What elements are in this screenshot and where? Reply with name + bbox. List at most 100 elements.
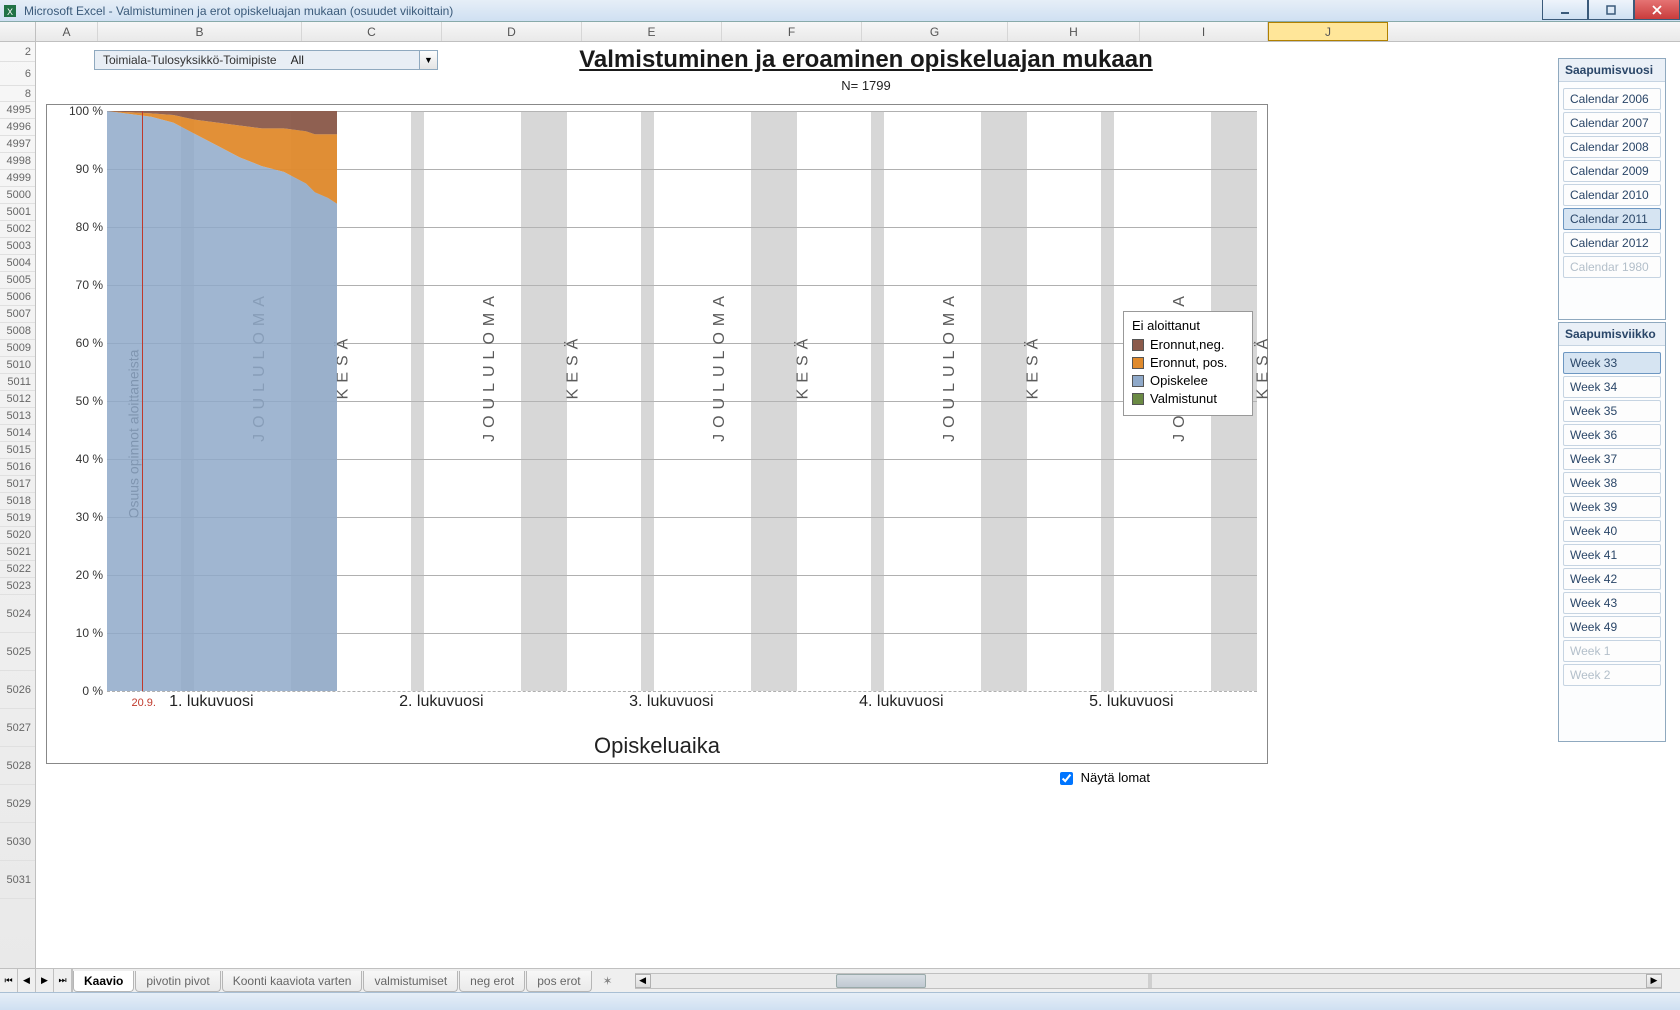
sheet-tab[interactable]: pos erot (526, 971, 591, 992)
row-header[interactable]: 6 (0, 62, 35, 86)
row-header[interactable]: 5004 (0, 255, 35, 272)
column-header[interactable]: B (98, 22, 302, 41)
legend-swatch (1132, 357, 1144, 369)
slicer-item[interactable]: Week 40 (1563, 520, 1661, 542)
row-header[interactable]: 2 (0, 42, 35, 62)
horizontal-scrollbar[interactable]: ◀ ▶ (635, 973, 1662, 989)
column-header[interactable]: C (302, 22, 442, 41)
row-header[interactable]: 5025 (0, 633, 35, 671)
row-header[interactable]: 5000 (0, 187, 35, 204)
column-header[interactable]: I (1140, 22, 1268, 41)
sheet-tab[interactable]: neg erot (459, 971, 525, 992)
row-header[interactable]: 5005 (0, 272, 35, 289)
row-header[interactable]: 5024 (0, 595, 35, 633)
row-header[interactable]: 5027 (0, 709, 35, 747)
checkbox-input[interactable] (1060, 772, 1073, 785)
column-header[interactable]: G (862, 22, 1008, 41)
slicer-item[interactable]: Week 2 (1563, 664, 1661, 686)
row-header[interactable]: 5026 (0, 671, 35, 709)
row-header[interactable]: 5018 (0, 493, 35, 510)
slicer-item[interactable]: Calendar 2007 (1563, 112, 1661, 134)
column-header[interactable]: A (36, 22, 98, 41)
maximize-button[interactable] (1588, 0, 1634, 20)
row-header[interactable]: 4998 (0, 153, 35, 170)
tab-next-button[interactable]: ▶ (36, 969, 54, 992)
slicer-item[interactable]: Calendar 2006 (1563, 88, 1661, 110)
slicer-item[interactable]: Week 36 (1563, 424, 1661, 446)
column-header[interactable]: F (722, 22, 862, 41)
row-header[interactable]: 5014 (0, 425, 35, 442)
show-vacations-checkbox[interactable]: Näytä lomat (1060, 770, 1150, 785)
slicer-item[interactable]: Week 33 (1563, 352, 1661, 374)
page-filter-dropdown[interactable]: Toimiala-Tulosyksikkö-Toimipiste All ▼ (94, 50, 438, 70)
row-header[interactable]: 5016 (0, 459, 35, 476)
slicer-item[interactable]: Calendar 2009 (1563, 160, 1661, 182)
slicer-item[interactable]: Week 49 (1563, 616, 1661, 638)
slicer-saapumisvuosi[interactable]: Saapumisvuosi Calendar 2006Calendar 2007… (1558, 58, 1666, 320)
new-sheet-button[interactable]: ✶ (593, 974, 623, 988)
row-header[interactable]: 8 (0, 86, 35, 102)
row-header[interactable]: 5019 (0, 510, 35, 527)
row-header[interactable]: 4995 (0, 102, 35, 119)
sheet-tab[interactable]: Koonti kaaviota varten (222, 971, 363, 992)
row-header[interactable]: 5013 (0, 408, 35, 425)
row-header[interactable]: 5007 (0, 306, 35, 323)
row-header[interactable]: 5029 (0, 785, 35, 823)
column-header[interactable]: J (1268, 22, 1388, 41)
chart[interactable]: Osuus opinnot aloittaneista 0 %10 %20 %3… (46, 104, 1268, 764)
slicer-item[interactable]: Week 43 (1563, 592, 1661, 614)
dropdown-icon[interactable]: ▼ (419, 51, 437, 69)
row-header[interactable]: 5030 (0, 823, 35, 861)
selectall-corner[interactable] (0, 22, 36, 41)
slicer-item[interactable]: Calendar 2008 (1563, 136, 1661, 158)
row-header[interactable]: 5008 (0, 323, 35, 340)
slicer-item[interactable]: Week 35 (1563, 400, 1661, 422)
scroll-right-button[interactable]: ▶ (1646, 974, 1662, 988)
row-header[interactable]: 4999 (0, 170, 35, 187)
slicer-item[interactable]: Week 1 (1563, 640, 1661, 662)
slicer-item[interactable]: Week 34 (1563, 376, 1661, 398)
row-header[interactable]: 5011 (0, 374, 35, 391)
sheet-tab[interactable]: valmistumiset (363, 971, 458, 992)
row-header[interactable]: 5028 (0, 747, 35, 785)
row-header[interactable]: 5023 (0, 578, 35, 595)
slicer-item[interactable]: Calendar 2012 (1563, 232, 1661, 254)
scrollbar-thumb[interactable] (836, 974, 926, 988)
column-header[interactable]: D (442, 22, 582, 41)
row-header[interactable]: 5009 (0, 340, 35, 357)
slicer-item[interactable]: Week 38 (1563, 472, 1661, 494)
row-header[interactable]: 5020 (0, 527, 35, 544)
row-header[interactable]: 5015 (0, 442, 35, 459)
row-header[interactable]: 5010 (0, 357, 35, 374)
row-header[interactable]: 4996 (0, 119, 35, 136)
minimize-button[interactable] (1542, 0, 1588, 20)
row-header[interactable]: 5021 (0, 544, 35, 561)
column-header[interactable]: E (582, 22, 722, 41)
tab-last-button[interactable]: ⏭ (54, 969, 72, 992)
scrollbar-split[interactable] (1148, 974, 1152, 988)
column-header[interactable]: H (1008, 22, 1140, 41)
slicer-item[interactable]: Calendar 1980 (1563, 256, 1661, 278)
slicer-item[interactable]: Calendar 2010 (1563, 184, 1661, 206)
row-header[interactable]: 5001 (0, 204, 35, 221)
slicer-item[interactable]: Calendar 2011 (1563, 208, 1661, 230)
row-header[interactable]: 5022 (0, 561, 35, 578)
row-header[interactable]: 5031 (0, 861, 35, 899)
tab-first-button[interactable]: ⏮ (0, 969, 18, 992)
scroll-left-button[interactable]: ◀ (635, 974, 651, 988)
row-header[interactable]: 5006 (0, 289, 35, 306)
close-button[interactable] (1634, 0, 1680, 20)
row-header[interactable]: 5017 (0, 476, 35, 493)
row-header[interactable]: 5002 (0, 221, 35, 238)
slicer-item[interactable]: Week 41 (1563, 544, 1661, 566)
row-header[interactable]: 5003 (0, 238, 35, 255)
slicer-item[interactable]: Week 42 (1563, 568, 1661, 590)
slicer-item[interactable]: Week 39 (1563, 496, 1661, 518)
slicer-item[interactable]: Week 37 (1563, 448, 1661, 470)
tab-prev-button[interactable]: ◀ (18, 969, 36, 992)
sheet-tab[interactable]: pivotin pivot (135, 971, 220, 992)
slicer-saapumisviikko[interactable]: Saapumisviikko Week 33Week 34Week 35Week… (1558, 322, 1666, 742)
sheet-tab[interactable]: Kaavio (73, 971, 134, 992)
row-header[interactable]: 4997 (0, 136, 35, 153)
row-header[interactable]: 5012 (0, 391, 35, 408)
